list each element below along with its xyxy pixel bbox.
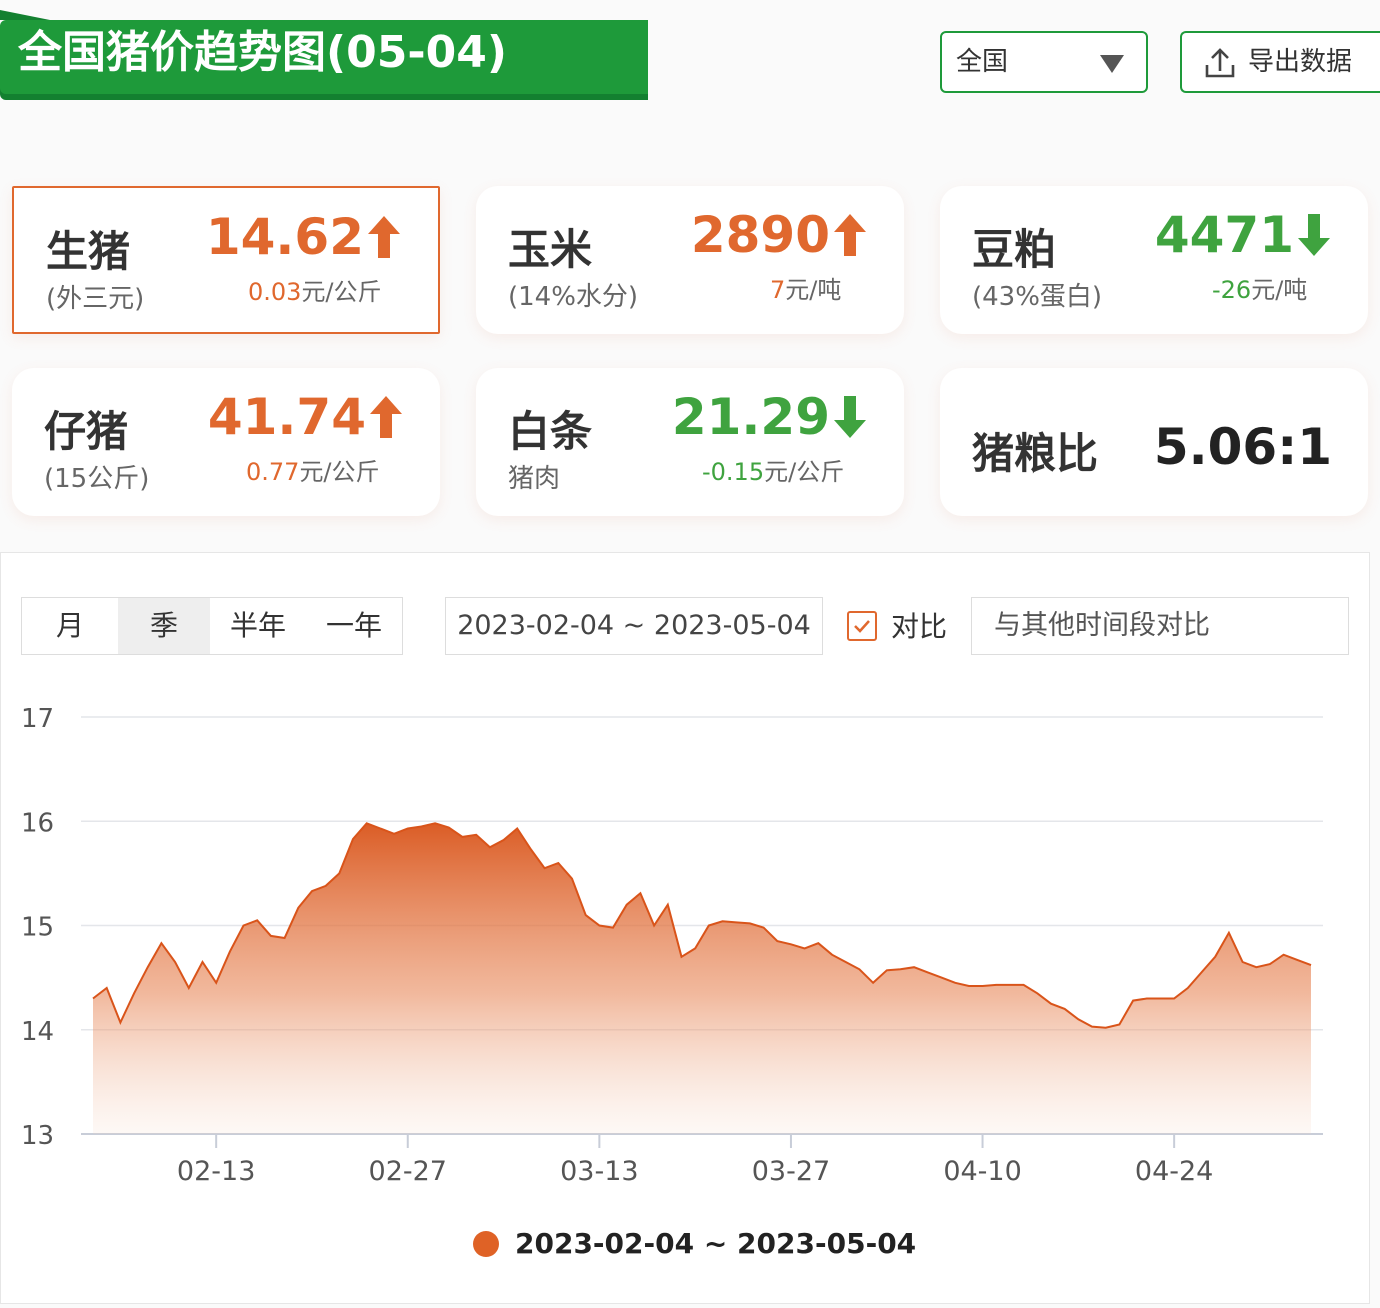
upload-icon [1205, 48, 1235, 78]
y-tick-label: 13 [21, 1121, 54, 1151]
card-value-text: 14.62 [205, 208, 364, 266]
caret-down-icon [1100, 55, 1124, 73]
chart-panel: 13 14 15 16 17 02-13 02-27 03-13 03-27 04-10 04-24… [0, 552, 1370, 1304]
card-change-unit: 元/吨 [785, 276, 842, 304]
y-tick-label: 14 [21, 1017, 54, 1047]
card-live-pig[interactable]: 生猪 (外三元) 14.62 0.03元/公斤 [12, 186, 440, 334]
card-change: 0.77元/公斤 [246, 452, 380, 487]
export-data-button[interactable]: 导出数据 [1180, 31, 1380, 93]
region-select-value: 全国 [956, 47, 1009, 77]
x-tick-label: 03-13 [560, 1156, 638, 1187]
x-tick-label: 04-10 [943, 1156, 1021, 1187]
card-change: -0.15元/公斤 [702, 452, 844, 487]
compare-checkbox[interactable] [847, 611, 877, 641]
card-change: 0.03元/公斤 [248, 272, 382, 307]
card-change-unit: 元/公斤 [299, 458, 380, 486]
legend-label: 2023-02-04 ~ 2023-05-04 [515, 1227, 917, 1260]
x-tick-label: 03-27 [752, 1156, 830, 1187]
range-tabs: 月 季 半年 一年 [21, 597, 403, 655]
card-value-text: 21.29 [671, 388, 830, 446]
page-title: 全国猪价趋势图(05-04) [0, 10, 648, 94]
export-label: 导出数据 [1248, 47, 1353, 77]
card-name: 仔猪 [44, 407, 129, 456]
arrow-up-icon [834, 214, 866, 256]
x-tick-label: 04-24 [1135, 1156, 1213, 1187]
card-corn[interactable]: 玉米 (14%水分) 2890 7元/吨 [476, 186, 904, 334]
card-name: 猪粮比 [972, 429, 1099, 478]
tab-half-year[interactable]: 半年 [210, 598, 306, 654]
tab-year[interactable]: 一年 [306, 598, 402, 654]
card-value: 41.74 [208, 388, 404, 446]
tab-quarter[interactable]: 季 [118, 598, 210, 654]
card-value: 2890 [691, 206, 868, 264]
y-tick-label: 17 [21, 704, 54, 734]
compare-label: 对比 [891, 610, 948, 643]
card-value-text: 41.74 [207, 388, 366, 446]
card-value-text: 2890 [690, 206, 830, 264]
card-name: 白条 [508, 407, 593, 456]
card-change: 7元/吨 [770, 270, 841, 305]
compare-period-input[interactable]: 与其他时间段对比 [971, 597, 1349, 655]
card-change-value: 0.03 [248, 278, 302, 306]
check-icon [854, 620, 870, 633]
arrow-down-icon [1298, 214, 1330, 256]
card-change-value: 0.77 [246, 458, 300, 486]
card-sub: (15公斤) [44, 464, 150, 494]
card-change-unit: 元/公斤 [764, 458, 845, 486]
card-change-value: -0.15 [702, 458, 765, 486]
card-sub: (14%水分) [508, 282, 639, 312]
y-tick-label: 16 [21, 808, 54, 838]
card-change-value: -26 [1212, 276, 1252, 304]
arrow-up-icon [368, 216, 400, 258]
card-sub: (外三元) [46, 284, 145, 314]
y-tick-label: 15 [21, 913, 54, 943]
card-sub: 猪肉 [508, 464, 561, 494]
x-tick-label: 02-27 [369, 1156, 447, 1187]
card-name: 玉米 [508, 225, 593, 274]
series-area [93, 823, 1311, 1134]
card-value: 5.06:1 [1153, 418, 1332, 476]
card-value: 14.62 [206, 208, 402, 266]
card-value-text: 4471 [1154, 206, 1294, 264]
card-pig-grain-ratio[interactable]: 猪粮比 5.06:1 [940, 368, 1368, 516]
card-name: 豆粕 [972, 225, 1057, 274]
card-change-value: 7 [770, 276, 786, 304]
card-change-unit: 元/吨 [1251, 276, 1308, 304]
card-pork-carcass[interactable]: 白条 猪肉 21.29 -0.15元/公斤 [476, 368, 904, 516]
card-change-unit: 元/公斤 [301, 278, 382, 306]
tab-month[interactable]: 月 [22, 598, 118, 654]
card-sub: (43%蛋白) [972, 282, 1103, 312]
region-select[interactable]: 全国 [940, 31, 1148, 93]
card-change: -26元/吨 [1212, 270, 1307, 305]
card-value: 21.29 [672, 388, 868, 446]
card-name: 生猪 [46, 227, 131, 276]
card-value: 4471 [1155, 206, 1332, 264]
arrow-down-icon [834, 396, 866, 438]
legend-dot-icon [473, 1230, 499, 1257]
date-range-picker[interactable]: 2023-02-04 ~ 2023-05-04 [445, 597, 823, 655]
x-tick-label: 02-13 [177, 1156, 255, 1187]
chart-legend[interactable]: 2023-02-04 ~ 2023-05-04 [473, 1227, 916, 1260]
arrow-up-icon [370, 396, 402, 438]
card-soymeal[interactable]: 豆粕 (43%蛋白) 4471 -26元/吨 [940, 186, 1368, 334]
card-piglet[interactable]: 仔猪 (15公斤) 41.74 0.77元/公斤 [12, 368, 440, 516]
price-trend-chart: 13 14 15 16 17 02-13 02-27 03-13 03-27 04-10 04-24 [21, 704, 1323, 1187]
